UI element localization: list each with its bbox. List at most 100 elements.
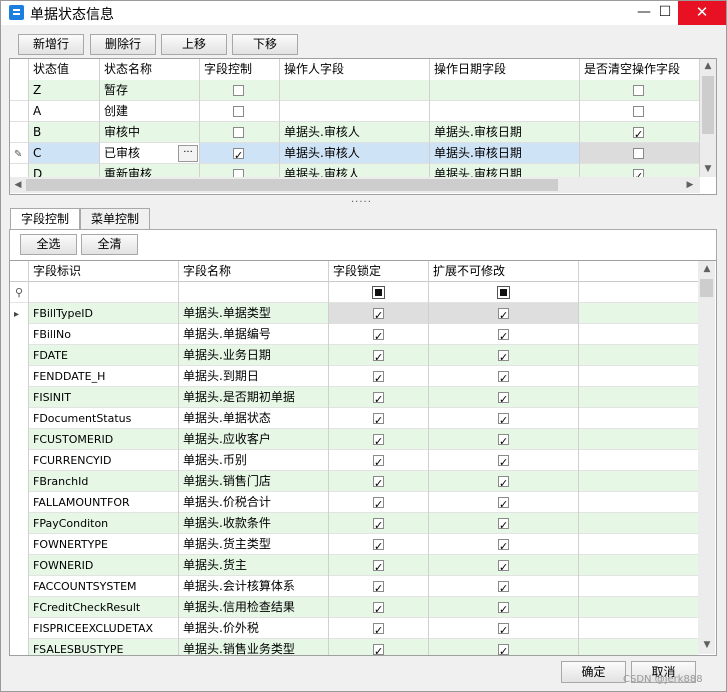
field-lock-cell[interactable] bbox=[329, 408, 429, 429]
checked-checkbox[interactable] bbox=[373, 347, 384, 366]
scroll-thumb[interactable] bbox=[26, 179, 558, 191]
checked-checkbox[interactable] bbox=[373, 368, 384, 387]
field-lock-cell[interactable] bbox=[329, 429, 429, 450]
row-header[interactable] bbox=[10, 555, 29, 576]
field-id-cell[interactable]: FOWNERTYPE bbox=[29, 534, 179, 555]
field-name-cell[interactable]: 单据头.单据类型 bbox=[179, 303, 329, 324]
field-id-cell[interactable]: FISINIT bbox=[29, 387, 179, 408]
field-id-cell[interactable]: FCURRENCYID bbox=[29, 450, 179, 471]
tab-field-control[interactable]: 字段控制 bbox=[10, 208, 80, 231]
field-name-cell[interactable]: 单据头.应收客户 bbox=[179, 429, 329, 450]
move-down-button[interactable]: 下移 bbox=[232, 34, 298, 55]
column-header[interactable]: 状态值 bbox=[29, 59, 100, 80]
field-row[interactable]: FDATE 单据头.业务日期 bbox=[10, 345, 698, 366]
checked-checkbox[interactable] bbox=[498, 389, 509, 408]
checked-checkbox[interactable] bbox=[498, 452, 509, 471]
field-lock-cell[interactable] bbox=[329, 639, 429, 655]
field-ext-cell[interactable] bbox=[429, 387, 579, 408]
scroll-left-icon[interactable]: ◀ bbox=[11, 179, 25, 191]
status-row[interactable]: A 创建 bbox=[10, 101, 700, 122]
field-lock-cell[interactable] bbox=[329, 345, 429, 366]
splitter-handle[interactable]: ····· bbox=[351, 197, 372, 208]
checkbox-cell[interactable] bbox=[580, 101, 700, 122]
checked-checkbox[interactable] bbox=[498, 620, 509, 639]
column-header[interactable]: 字段名称 bbox=[179, 261, 329, 282]
filter-lock-checkbox[interactable] bbox=[372, 286, 385, 299]
checked-checkbox[interactable] bbox=[373, 620, 384, 639]
scroll-up-icon[interactable]: ▲ bbox=[700, 263, 714, 275]
field-id-cell[interactable]: FBillTypeID bbox=[29, 303, 179, 324]
delete-row-button[interactable]: 删除行 bbox=[90, 34, 156, 55]
column-header[interactable]: 字段锁定 bbox=[329, 261, 429, 282]
column-header[interactable]: 操作人字段 bbox=[280, 59, 430, 80]
field-id-cell[interactable]: FENDDATE_H bbox=[29, 366, 179, 387]
field-ext-cell[interactable] bbox=[429, 450, 579, 471]
row-header[interactable] bbox=[10, 80, 29, 101]
field-name-cell[interactable]: 单据头.货主 bbox=[179, 555, 329, 576]
field-ext-cell[interactable] bbox=[429, 513, 579, 534]
field-name-cell[interactable]: 单据头.收款条件 bbox=[179, 513, 329, 534]
status-cell-name[interactable]: 创建 bbox=[100, 101, 200, 122]
field-row[interactable]: FPayConditon 单据头.收款条件 bbox=[10, 513, 698, 534]
status-cell-op_date[interactable] bbox=[430, 101, 580, 122]
checked-checkbox[interactable] bbox=[373, 515, 384, 534]
checked-checkbox[interactable] bbox=[373, 389, 384, 408]
row-header[interactable] bbox=[10, 639, 29, 655]
row-header[interactable] bbox=[10, 471, 29, 492]
field-name-cell[interactable]: 单据头.到期日 bbox=[179, 366, 329, 387]
status-row[interactable]: Z 暂存 bbox=[10, 80, 700, 101]
row-header[interactable] bbox=[10, 618, 29, 639]
checked-checkbox[interactable] bbox=[498, 326, 509, 345]
column-header[interactable]: 操作日期字段 bbox=[430, 59, 580, 80]
field-lock-cell[interactable] bbox=[329, 555, 429, 576]
field-row[interactable]: ▸ FBillTypeID 单据头.单据类型 bbox=[10, 303, 698, 324]
field-name-cell[interactable]: 单据头.价税合计 bbox=[179, 492, 329, 513]
status-cell-name[interactable]: 已审核 ··· bbox=[100, 143, 200, 164]
field-row[interactable]: FBranchId 单据头.销售门店 bbox=[10, 471, 698, 492]
row-header[interactable] bbox=[10, 101, 29, 122]
unchecked-checkbox[interactable] bbox=[633, 148, 644, 159]
scroll-right-icon[interactable]: ▶ bbox=[683, 179, 697, 191]
checked-checkbox[interactable] bbox=[373, 641, 384, 655]
unchecked-checkbox[interactable] bbox=[233, 85, 244, 96]
field-lock-cell[interactable] bbox=[329, 597, 429, 618]
checked-checkbox[interactable] bbox=[498, 494, 509, 513]
field-name-cell[interactable]: 单据头.会计核算体系 bbox=[179, 576, 329, 597]
field-ext-cell[interactable] bbox=[429, 303, 579, 324]
checked-checkbox[interactable] bbox=[498, 431, 509, 450]
field-id-cell[interactable]: FDATE bbox=[29, 345, 179, 366]
filter-cell[interactable] bbox=[29, 282, 179, 303]
row-header[interactable] bbox=[10, 122, 29, 143]
add-row-button[interactable]: 新增行 bbox=[18, 34, 84, 55]
checkbox-cell[interactable] bbox=[580, 80, 700, 101]
maximize-button[interactable]: ☐ bbox=[650, 1, 680, 25]
status-cell-name[interactable]: 审核中 bbox=[100, 122, 200, 143]
field-name-cell[interactable]: 单据头.是否期初单据 bbox=[179, 387, 329, 408]
status-cell-operator[interactable]: 单据头.审核人 bbox=[280, 143, 430, 164]
row-header[interactable] bbox=[10, 534, 29, 555]
checkbox-cell[interactable] bbox=[200, 122, 280, 143]
status-cell-operator[interactable] bbox=[280, 101, 430, 122]
move-up-button[interactable]: 上移 bbox=[161, 34, 227, 55]
field-id-cell[interactable]: FCUSTOMERID bbox=[29, 429, 179, 450]
field-id-cell[interactable]: FDocumentStatus bbox=[29, 408, 179, 429]
checked-checkbox[interactable] bbox=[373, 326, 384, 345]
checked-checkbox[interactable] bbox=[633, 124, 644, 142]
checked-checkbox[interactable] bbox=[498, 599, 509, 618]
field-row[interactable]: FOWNERID 单据头.货主 bbox=[10, 555, 698, 576]
unchecked-checkbox[interactable] bbox=[633, 106, 644, 117]
tab-menu-control[interactable]: 菜单控制 bbox=[80, 208, 150, 230]
checked-checkbox[interactable] bbox=[498, 305, 509, 324]
row-header[interactable] bbox=[10, 492, 29, 513]
checkbox-cell[interactable] bbox=[580, 122, 700, 143]
field-name-cell[interactable]: 单据头.业务日期 bbox=[179, 345, 329, 366]
row-header[interactable] bbox=[10, 597, 29, 618]
checked-checkbox[interactable] bbox=[373, 494, 384, 513]
field-row[interactable]: FOWNERTYPE 单据头.货主类型 bbox=[10, 534, 698, 555]
field-ext-cell[interactable] bbox=[429, 366, 579, 387]
column-header[interactable]: 扩展不可修改 bbox=[429, 261, 579, 282]
field-ext-cell[interactable] bbox=[429, 429, 579, 450]
unchecked-checkbox[interactable] bbox=[233, 127, 244, 138]
field-id-cell[interactable]: FISPRICEEXCLUDETAX bbox=[29, 618, 179, 639]
field-row[interactable]: FACCOUNTSYSTEM 单据头.会计核算体系 bbox=[10, 576, 698, 597]
